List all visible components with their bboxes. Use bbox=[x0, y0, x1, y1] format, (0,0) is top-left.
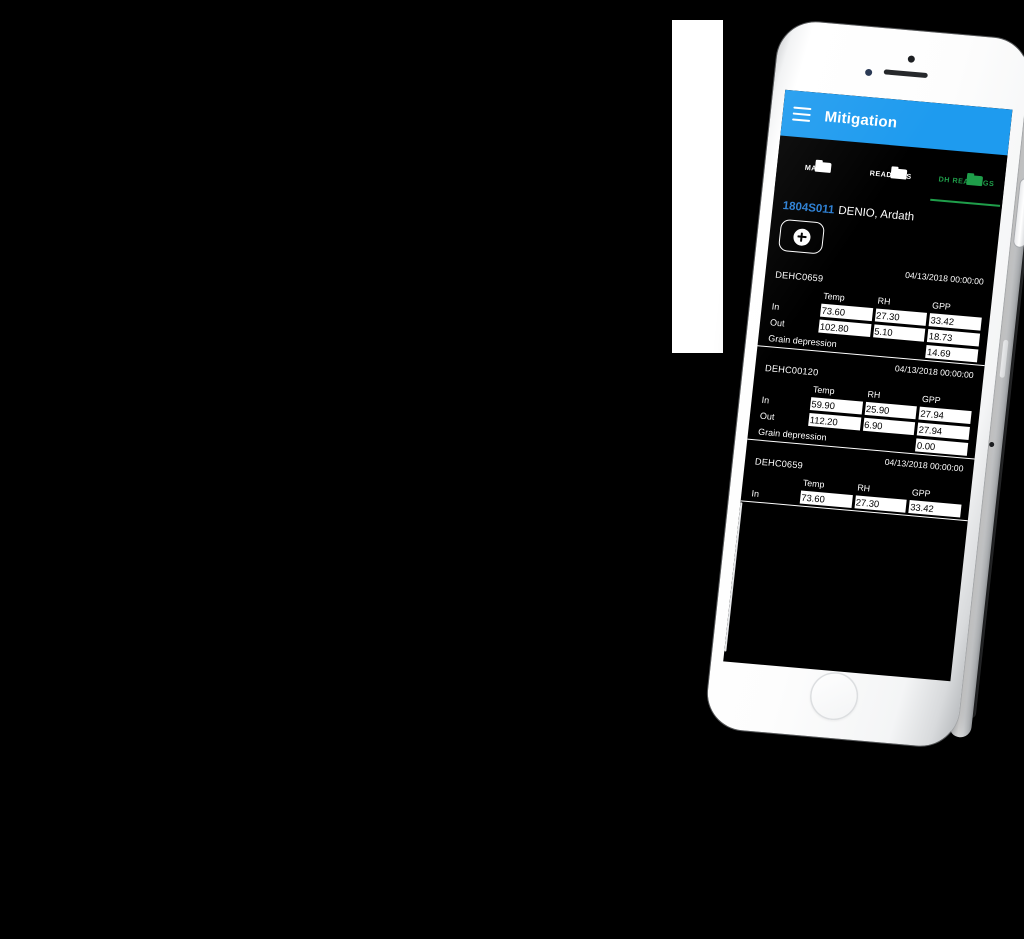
grain-depression-field[interactable] bbox=[925, 344, 979, 363]
out-rh-field[interactable] bbox=[862, 417, 916, 436]
reading-card: 04/13/2018 00:00:00 DEHC00120 Temp RH GP… bbox=[747, 351, 985, 460]
reading-datetime: 04/13/2018 00:00:00 bbox=[884, 456, 964, 474]
out-temp-field[interactable] bbox=[818, 319, 872, 337]
grain-depression-field[interactable] bbox=[915, 438, 969, 456]
grain-depression-spacer bbox=[872, 347, 923, 352]
row-label-out: Out bbox=[769, 316, 786, 328]
in-temp-field[interactable] bbox=[809, 397, 863, 415]
reading-datetime: 04/13/2018 00:00:00 bbox=[894, 363, 975, 381]
row-label-in: In bbox=[751, 487, 760, 499]
reading-equipment-id: DEHC00120 bbox=[764, 363, 819, 378]
in-temp-field[interactable] bbox=[799, 490, 853, 508]
row-label-in: In bbox=[771, 300, 780, 312]
dh-readings-list: 04/13/2018 00:00:00 DEHC0659 Temp RH GPP… bbox=[724, 257, 995, 652]
plus-circle-icon bbox=[792, 227, 811, 246]
in-temp-field[interactable] bbox=[820, 303, 873, 322]
table-corner bbox=[771, 291, 819, 295]
add-reading-button[interactable] bbox=[777, 218, 826, 255]
grain-depression-spacer bbox=[862, 440, 913, 445]
tab-readings[interactable]: READINGS bbox=[850, 142, 932, 202]
row-label-in: In bbox=[761, 394, 770, 405]
reading-equipment-id: DEHC0659 bbox=[754, 456, 804, 471]
in-gpp-field[interactable] bbox=[918, 406, 972, 425]
in-rh-field[interactable] bbox=[854, 495, 908, 513]
table-corner bbox=[751, 478, 799, 482]
out-temp-field[interactable] bbox=[808, 413, 861, 431]
screenshot-canvas: Mitigation MAIN READINGS DH READINGS 180… bbox=[0, 0, 1024, 939]
client-id: 1804S011 bbox=[782, 199, 836, 217]
out-gpp-field[interactable] bbox=[917, 422, 970, 440]
tab-dh-readings[interactable]: DH READINGS bbox=[926, 149, 1008, 209]
in-gpp-field[interactable] bbox=[908, 500, 962, 518]
in-rh-field[interactable] bbox=[864, 401, 918, 420]
tab-main[interactable]: MAIN bbox=[774, 135, 856, 195]
reading-equipment-id: DEHC0659 bbox=[774, 269, 824, 284]
page-title: Mitigation bbox=[823, 107, 899, 132]
in-rh-field[interactable] bbox=[874, 308, 928, 326]
hamburger-menu-icon[interactable] bbox=[792, 106, 812, 122]
out-gpp-field[interactable] bbox=[927, 329, 981, 347]
client-name: DENIO, Ardath bbox=[837, 204, 915, 224]
out-rh-field[interactable] bbox=[872, 324, 926, 342]
table-corner bbox=[761, 385, 809, 389]
white-panel bbox=[672, 20, 723, 353]
phone-mockup: Mitigation MAIN READINGS DH READINGS 180… bbox=[704, 19, 1024, 749]
in-gpp-field[interactable] bbox=[928, 313, 982, 331]
row-label-out: Out bbox=[759, 410, 776, 422]
reading-card: 04/13/2018 00:00:00 DEHC0659 Temp RH GPP… bbox=[757, 257, 995, 367]
